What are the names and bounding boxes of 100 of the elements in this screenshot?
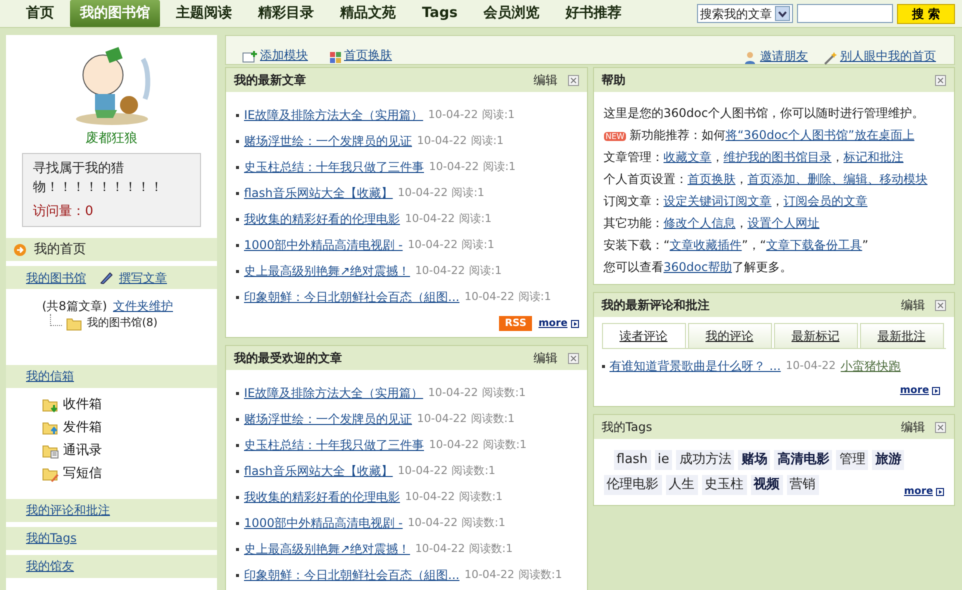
article-date: 10-04-22 (405, 488, 455, 505)
tag-link[interactable]: flash (614, 450, 651, 470)
help-link[interactable]: 收藏文章 (664, 150, 712, 164)
edit-link[interactable]: 编辑 (534, 349, 558, 367)
close-icon[interactable] (935, 74, 946, 86)
folder-upload-icon (42, 420, 59, 436)
nav-tab[interactable]: 主题阅读 (166, 0, 242, 27)
tag-link[interactable]: 赌场 (738, 450, 770, 470)
close-icon[interactable] (935, 300, 946, 310)
sidebar-link[interactable]: 我的信箱 (26, 367, 74, 385)
article-link[interactable]: IE故障及排除方法大全（实用篇） (244, 106, 424, 124)
mailbox-item[interactable]: 通讯录 (63, 441, 102, 461)
article-link[interactable]: 赌场浮世绘：一个发牌员的见证 (244, 132, 412, 150)
help-link[interactable]: 360doc帮助 (664, 260, 732, 274)
panel-title: 我的最新文章 (234, 72, 306, 89)
comment-tab[interactable]: 最新标记 (774, 323, 858, 348)
article-link[interactable]: 我收集的精彩好看的伦理电影 (244, 488, 400, 506)
comment-tab[interactable]: 读者评论 (602, 323, 686, 348)
write-article-link[interactable]: 撰写文章 (119, 268, 167, 286)
mailbox-item[interactable]: 收件箱 (63, 395, 102, 415)
toolbar-link[interactable]: 邀请朋友 (760, 47, 808, 65)
tag-link[interactable]: 视频 (750, 475, 782, 495)
sidebar-link[interactable]: 我的馆友 (26, 557, 74, 575)
help-link[interactable]: 将“360doc个人图书馆”放在桌面上 (725, 128, 914, 142)
more-link[interactable]: more (900, 383, 940, 398)
arrow-right-icon (14, 244, 26, 256)
sidebar-link[interactable]: 我的图书馆 (26, 268, 86, 286)
comment-link[interactable]: 有谁知道背景歌曲是什么呀？ ... (610, 357, 781, 375)
help-link[interactable]: 首页添加、删除、编辑、移动模块 (748, 172, 928, 186)
article-link[interactable]: flash音乐网站大全【收藏】 (244, 184, 393, 202)
article-link[interactable]: 赌场浮世绘：一个发牌员的见证 (244, 410, 412, 428)
close-icon[interactable] (568, 74, 578, 86)
article-link[interactable]: 1000部中外精品高清电视剧 - (244, 514, 403, 532)
article-date: 10-04-22 (464, 288, 514, 305)
more-link[interactable]: more (904, 479, 944, 504)
nav-tab[interactable]: 首页 (16, 0, 64, 27)
article-link[interactable]: flash音乐网站大全【收藏】 (244, 462, 393, 480)
search-button[interactable]: 搜 索 (896, 4, 955, 24)
tag-link[interactable]: 营销 (786, 475, 818, 495)
tag-link[interactable]: 成功方法 (676, 450, 734, 470)
help-link[interactable]: 设置个人网址 (748, 216, 820, 230)
edit-link[interactable]: 编辑 (901, 418, 925, 436)
toolbar-link[interactable]: 首页换肤 (330, 46, 392, 64)
article-link[interactable]: IE故障及排除方法大全（实用篇） (244, 384, 424, 402)
read-count: 阅读数:1 (470, 410, 515, 427)
article-link[interactable]: 史上最高级别艳舞↗绝对震撼！ (244, 540, 410, 558)
help-link[interactable]: 首页换肤 (688, 172, 736, 186)
help-link[interactable]: 文章下载备份工具 (766, 238, 862, 252)
bullet-icon (236, 496, 239, 498)
help-link[interactable]: 维护我的图书馆目录 (724, 150, 832, 164)
help-link[interactable]: 设定关键词订阅文章 (664, 194, 772, 208)
toolbar-link[interactable]: 添加模块 (242, 46, 308, 64)
more-link[interactable]: more (538, 316, 578, 331)
search-field[interactable] (796, 4, 893, 23)
close-icon[interactable] (935, 422, 946, 432)
tag-link[interactable]: 史玉柱 (702, 475, 746, 495)
help-link[interactable]: 修改个人信息 (664, 216, 736, 230)
author-link[interactable]: 小蛮猪快跑 (840, 357, 901, 375)
article-date: 10-04-22 (405, 210, 455, 227)
article-link[interactable]: 史玉柱总结：十年我只做了三件事 (244, 158, 424, 176)
folder-download-icon (42, 396, 59, 414)
nav-tab[interactable]: Tags (412, 0, 468, 27)
folder-manage-link[interactable]: 文件夹维护 (113, 297, 173, 315)
tag-link[interactable]: 高清电影 (774, 450, 832, 470)
read-count: 阅读数:1 (518, 566, 562, 583)
tag-link[interactable]: 伦理电影 (604, 475, 662, 495)
mailbox-item[interactable]: 发件箱 (63, 418, 102, 438)
user-name[interactable]: 废都狂狼 (6, 129, 217, 148)
nav-tab[interactable]: 精品文苑 (330, 0, 406, 27)
article-link[interactable]: 史上最高级别艳舞↗绝对震撼！ (244, 262, 410, 280)
help-link[interactable]: 订阅会员的文章 (784, 194, 868, 208)
search-scope-dropdown[interactable]: 搜索我的文章 (696, 4, 793, 23)
comment-tab[interactable]: 最新批注 (860, 323, 944, 348)
arrow-icon (570, 320, 578, 328)
tag-link[interactable]: 旅游 (872, 450, 904, 470)
article-link[interactable]: 印象朝鲜：今日北朝鲜社会百态（組图... (244, 288, 460, 306)
tag-link[interactable]: 人生 (666, 475, 698, 495)
close-icon[interactable] (568, 352, 578, 364)
nav-tab[interactable]: 会员浏览 (474, 0, 550, 27)
sidebar-link[interactable]: 我的Tags (26, 529, 77, 547)
comment-tab[interactable]: 我的评论 (688, 323, 772, 348)
edit-link[interactable]: 编辑 (534, 71, 558, 89)
nav-tab[interactable]: 好书推荐 (556, 0, 632, 27)
help-link[interactable]: 文章收藏插件 (670, 238, 742, 252)
article-link[interactable]: 1000部中外精品高清电视剧 - (244, 236, 403, 254)
help-link[interactable]: 标记和批注 (844, 150, 904, 164)
help-sentence: 安装下载：“文章收藏插件”，“文章下载备份工具” (604, 237, 868, 254)
nav-tab[interactable]: 精彩目录 (248, 0, 324, 27)
bullet-icon (236, 270, 239, 272)
edit-link[interactable]: 编辑 (901, 296, 925, 314)
article-link[interactable]: 我收集的精彩好看的伦理电影 (244, 210, 400, 228)
article-link[interactable]: 史玉柱总结：十年我只做了三件事 (244, 436, 424, 454)
mailbox-item[interactable]: 写短信 (63, 464, 102, 484)
toolbar-link[interactable]: 别人眼中我的首页 (840, 47, 936, 65)
tag-link[interactable]: ie (654, 450, 672, 470)
tag-link[interactable]: 管理 (836, 450, 868, 470)
article-link[interactable]: 印象朝鲜：今日北朝鲜社会百态（組图... (244, 566, 460, 584)
folder-item[interactable]: 我的图书馆(8) (87, 315, 158, 332)
read-count: 阅读:1 (462, 236, 494, 253)
read-count: 阅读数:1 (482, 384, 526, 401)
